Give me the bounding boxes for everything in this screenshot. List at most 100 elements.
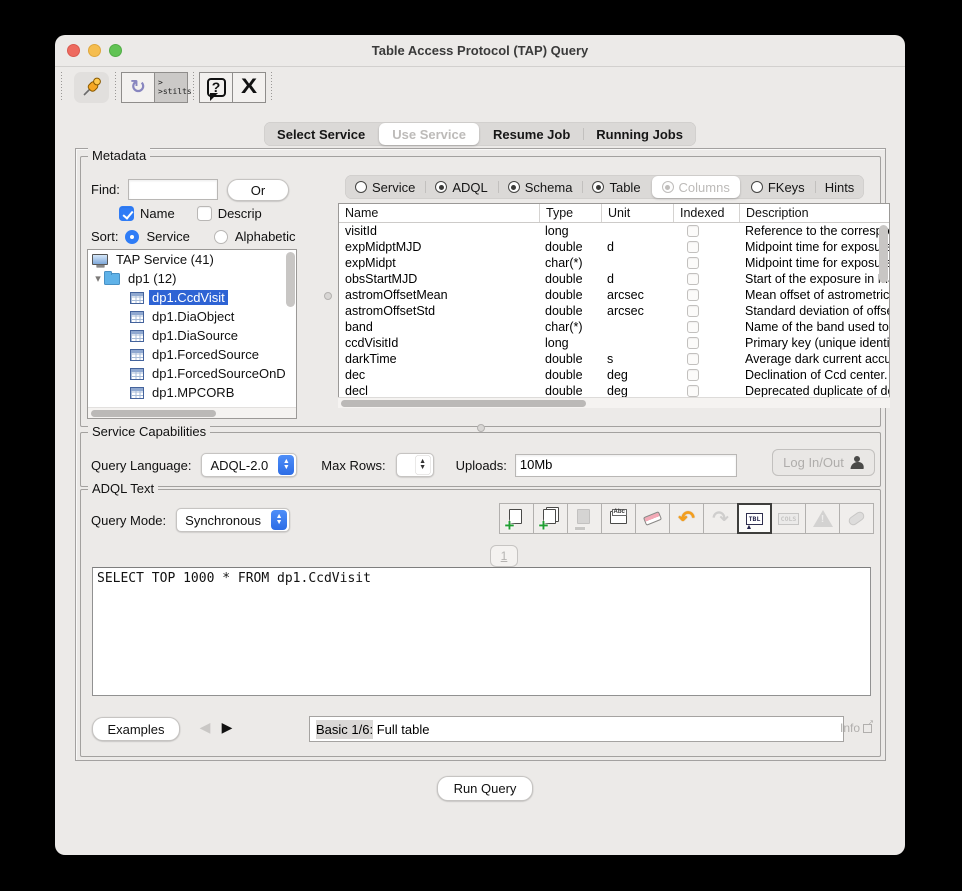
tree-item[interactable]: ▾ dp1.ForcedSourceOnD	[88, 364, 296, 383]
zoom-window-button[interactable]	[109, 44, 122, 57]
or-button[interactable]: Or	[227, 179, 289, 201]
example-info-link[interactable]: Info	[840, 721, 872, 735]
indexed-checkbox[interactable]	[687, 337, 699, 349]
stilts-button[interactable]: > >stilts	[154, 72, 188, 103]
indexed-checkbox[interactable]	[687, 305, 699, 317]
eraser-icon	[642, 508, 664, 530]
clear-text-icon[interactable]	[635, 503, 670, 534]
example-title-field[interactable]: Basic 1/6: Full table	[309, 716, 844, 742]
pin-window-button[interactable]	[74, 72, 109, 103]
expMidpt[interactable]: expMidpt char(*) Midpoint time for expos…	[339, 255, 889, 271]
indexed-checkbox[interactable]	[687, 257, 699, 269]
descrip-checkbox[interactable]	[197, 206, 212, 221]
table-vertical-scrollbar[interactable]	[879, 225, 888, 283]
view-tab[interactable]: Service	[345, 175, 425, 199]
insert-columns-icon[interactable]: COLS	[771, 503, 806, 534]
indexed-checkbox[interactable]	[687, 241, 699, 253]
indexed-checkbox[interactable]	[687, 225, 699, 237]
vertical-splitter-grip[interactable]	[324, 292, 332, 300]
add-tab-icon[interactable]: +	[499, 503, 534, 534]
examples-button[interactable]: Examples	[92, 717, 180, 741]
title-bar[interactable]: Table Access Protocol (TAP) Query	[55, 35, 905, 67]
reload-metadata-button[interactable]: ↻	[121, 72, 155, 103]
find-input[interactable]	[128, 179, 218, 200]
tree-vertical-scrollbar[interactable]	[286, 252, 295, 307]
login-button[interactable]: Log In/Out	[772, 449, 875, 476]
view-tab[interactable]: Schema	[498, 175, 583, 199]
view-tab[interactable]: Columns	[652, 176, 740, 198]
minimize-window-button[interactable]	[88, 44, 101, 57]
view-tab[interactable]: FKeys	[741, 175, 815, 199]
rename-tab-icon[interactable]: Abc	[601, 503, 636, 534]
error-highlight-icon[interactable]: !	[805, 503, 840, 534]
ccdVisitId[interactable]: ccdVisitId long Primary key (unique iden…	[339, 335, 889, 351]
sort-service-radio[interactable]	[125, 230, 139, 244]
stepper-icon: ▲▼	[415, 455, 431, 475]
view-tab[interactable]: ADQL	[425, 175, 497, 199]
editor-tab-1[interactable]: 1	[490, 545, 518, 567]
indexed-checkbox[interactable]	[687, 289, 699, 301]
tree-item[interactable]: ▾ dp1.DiaObject	[88, 307, 296, 326]
previous-example-button[interactable]: ◀	[196, 719, 214, 736]
indexed-checkbox[interactable]	[687, 273, 699, 285]
sort-alphabetic-label: Alphabetic	[235, 229, 296, 244]
adql-text-editor[interactable]: SELECT TOP 1000 * FROM dp1.CcdVisit	[92, 567, 871, 696]
insert-table-icon[interactable]: TBL▲	[737, 503, 772, 534]
indexed-checkbox[interactable]	[687, 385, 699, 397]
dec[interactable]: dec double deg Declination of Ccd center…	[339, 367, 889, 383]
tree-item[interactable]: ▾ dp1.MPCORB	[88, 383, 296, 402]
tab-item[interactable]: Use Service	[379, 123, 479, 145]
horizontal-splitter-grip[interactable]	[477, 424, 485, 432]
astromOffsetStd[interactable]: astromOffsetStd double arcsec Standard d…	[339, 303, 889, 319]
tree-item[interactable]: ▾ dp1.ForcedSource	[88, 345, 296, 364]
remove-tab-icon[interactable]	[567, 503, 602, 534]
stepper-icon: ▲▼	[271, 510, 287, 530]
view-tab[interactable]: Table	[582, 175, 650, 199]
sort-alphabetic-radio[interactable]	[214, 230, 228, 244]
tree-horizontal-scrollbar[interactable]	[88, 407, 296, 418]
metadata-legend: Metadata	[88, 148, 150, 163]
help-button[interactable]: ?	[199, 72, 233, 103]
folder-icon	[104, 273, 120, 285]
copy-tab-icon[interactable]: +	[533, 503, 568, 534]
run-query-button[interactable]: Run Query	[437, 776, 533, 801]
tab-item[interactable]: Resume Job	[480, 122, 583, 146]
close-dialog-button[interactable]: X	[232, 72, 266, 103]
column-header[interactable]: Indexed	[673, 204, 739, 222]
indexed-checkbox[interactable]	[687, 369, 699, 381]
expMidptMJD[interactable]: expMidptMJD double d Midpoint time for e…	[339, 239, 889, 255]
tab-item[interactable]: Select Service	[264, 122, 378, 146]
next-example-button[interactable]: ▶	[218, 719, 236, 736]
tree-item[interactable]: ▾ dp1 (12)	[88, 269, 296, 288]
name-checkbox[interactable]	[119, 206, 134, 221]
query-language-select[interactable]: ADQL-2.0 ▲▼	[201, 453, 297, 477]
column-header[interactable]: Unit	[601, 204, 673, 222]
astromOffsetMean[interactable]: astromOffsetMean double arcsec Mean offs…	[339, 287, 889, 303]
uploads-input[interactable]: 10Mb	[515, 454, 737, 477]
indexed-checkbox[interactable]	[687, 353, 699, 365]
obsStartMJD[interactable]: obsStartMJD double d Start of the exposu…	[339, 271, 889, 287]
max-rows-select[interactable]: ▲▼	[396, 453, 434, 477]
column-header[interactable]: Description	[739, 204, 889, 222]
darkTime[interactable]: darkTime double s Average dark current a…	[339, 351, 889, 367]
band[interactable]: band char(*) Name of the band used to	[339, 319, 889, 335]
tree-item[interactable]: ▾ dp1.DiaSource	[88, 326, 296, 345]
redo-icon[interactable]: ↷	[703, 503, 738, 534]
main-tab-bar: Select ServiceUse ServiceResume JobRunni…	[55, 122, 905, 146]
tree-item[interactable]: ▾ TAP Service (41)	[88, 250, 296, 269]
tree-item[interactable]: ▾ dp1.CcdVisit	[88, 288, 296, 307]
metadata-tree: ▾ TAP Service (41) ▾ dp1 (12) ▾	[87, 249, 297, 419]
remove-tab-icon	[574, 508, 596, 530]
view-tab[interactable]: Hints	[815, 175, 865, 199]
column-header[interactable]: Type	[539, 204, 601, 222]
visitId[interactable]: visitId long Reference to the correspon	[339, 223, 889, 239]
query-mode-select[interactable]: Synchronous ▲▼	[176, 508, 290, 532]
tab-item[interactable]: Running Jobs	[583, 122, 696, 146]
column-header[interactable]: Name	[339, 204, 539, 222]
indexed-checkbox[interactable]	[687, 321, 699, 333]
close-window-button[interactable]	[67, 44, 80, 57]
chevron-down-icon[interactable]: ▾	[92, 272, 104, 285]
fix-errors-icon[interactable]	[839, 503, 874, 534]
undo-icon[interactable]: ↶	[669, 503, 704, 534]
table-horizontal-scrollbar[interactable]	[338, 397, 890, 408]
